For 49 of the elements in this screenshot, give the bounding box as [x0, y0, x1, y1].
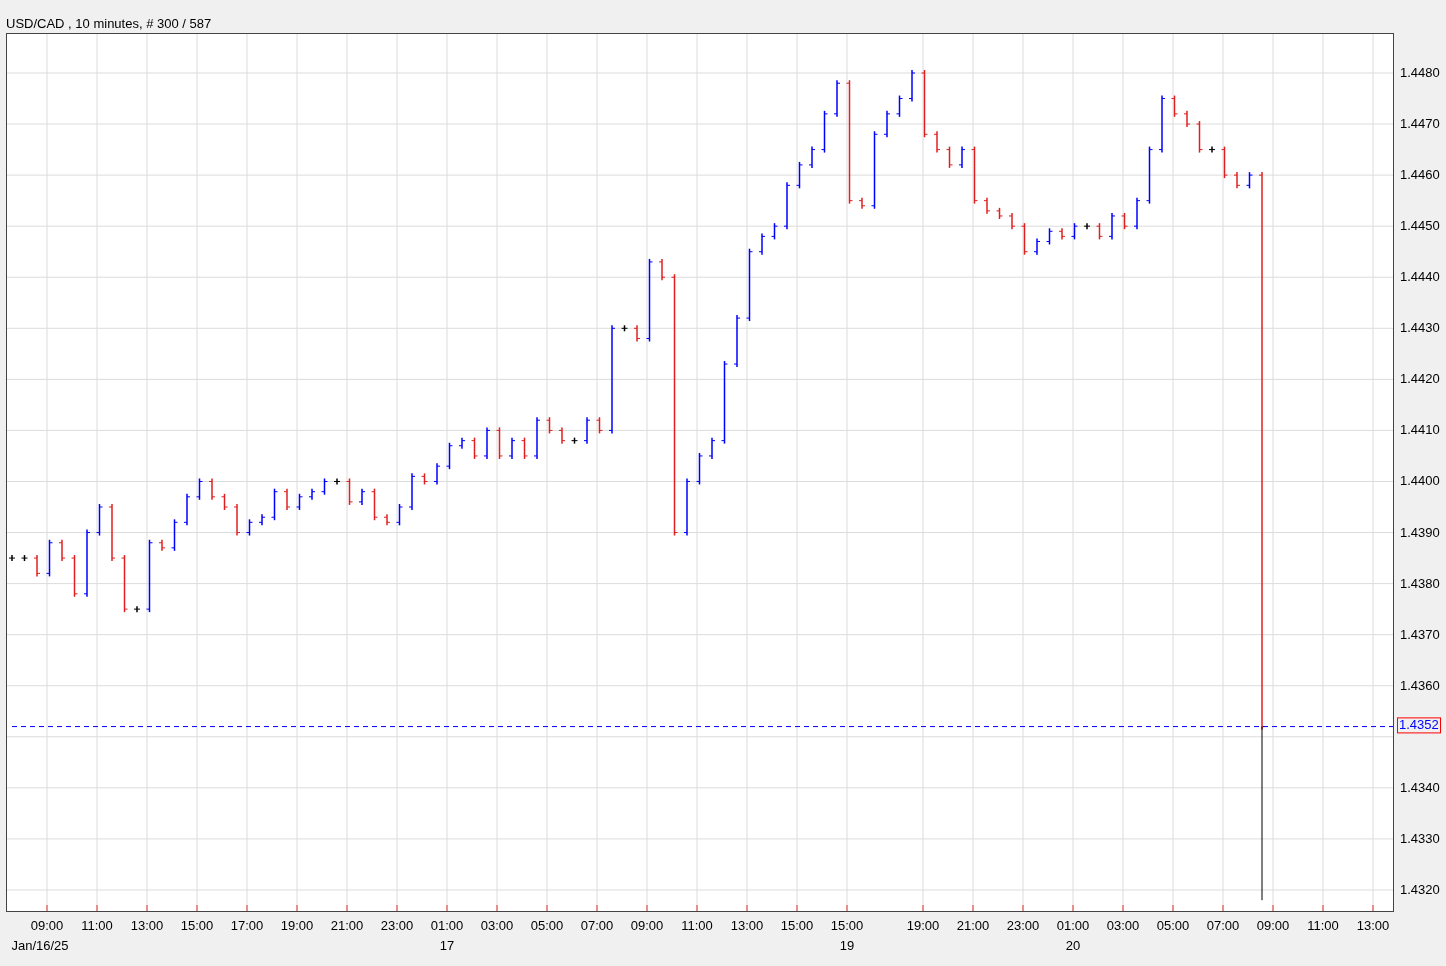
date-label: 19 — [839, 938, 855, 953]
x-axis-label: 11:00 — [681, 918, 713, 933]
y-axis-label: 1.4470 — [1400, 117, 1440, 132]
x-axis-label: 09:00 — [630, 918, 664, 933]
last-price-label: 1.4352 — [1397, 716, 1441, 733]
x-axis-label: 09:00 — [1256, 918, 1290, 933]
x-axis-label: 03:00 — [1106, 918, 1140, 933]
x-axis-label: 01:00 — [1056, 918, 1090, 933]
date-label: 17 — [439, 938, 455, 953]
y-axis-label: 1.4340 — [1400, 780, 1440, 795]
y-axis-label: 1.4460 — [1400, 168, 1440, 183]
x-axis-label: 13:00 — [1356, 918, 1390, 933]
y-axis-label: 1.4420 — [1400, 372, 1440, 387]
x-axis-label: 13:00 — [130, 918, 164, 933]
y-axis-label: 1.4450 — [1400, 219, 1440, 234]
x-axis-label: 09:00 — [30, 918, 64, 933]
date-label: 20 — [1065, 938, 1081, 953]
x-axis-label: 19:00 — [906, 918, 940, 933]
x-axis-label: 13:00 — [730, 918, 764, 933]
x-axis-label: 07:00 — [580, 918, 614, 933]
x-axis-label: 21:00 — [956, 918, 990, 933]
y-axis-label: 1.4370 — [1400, 627, 1440, 642]
y-axis-label: 1.4390 — [1400, 525, 1440, 540]
x-axis-label: 11:00 — [1307, 918, 1339, 933]
date-label: Jan/16/25 — [11, 938, 69, 953]
x-axis-label: 23:00 — [380, 918, 414, 933]
x-axis-label: 23:00 — [1006, 918, 1040, 933]
y-axis-label: 1.4410 — [1400, 423, 1440, 438]
y-axis-label: 1.4400 — [1400, 474, 1440, 489]
x-axis-label: 15:00 — [830, 918, 864, 933]
x-axis-label: 21:00 — [330, 918, 364, 933]
x-axis-label: 05:00 — [530, 918, 564, 933]
x-axis-label: 03:00 — [480, 918, 514, 933]
y-axis-label: 1.4330 — [1400, 831, 1440, 846]
x-axis-label: 15:00 — [780, 918, 814, 933]
y-axis-label: 1.4480 — [1400, 66, 1440, 80]
x-axis-label: 17:00 — [230, 918, 264, 933]
y-axis-label: 1.4380 — [1400, 576, 1440, 591]
y-axis-label: 1.4320 — [1400, 882, 1440, 897]
x-axis-label: 19:00 — [280, 918, 314, 933]
y-axis-label: 1.4430 — [1400, 321, 1440, 336]
chart-title: USD/CAD , 10 minutes, # 300 / 587 — [6, 15, 212, 31]
x-axis-label: 15:00 — [180, 918, 214, 933]
x-axis-label: 05:00 — [1156, 918, 1190, 933]
y-axis-label: 1.4440 — [1400, 270, 1440, 285]
y-axis-label: 1.4360 — [1400, 678, 1440, 693]
x-axis-label: 11:00 — [81, 918, 113, 933]
x-axis-label: 07:00 — [1206, 918, 1240, 933]
x-axis-label: 01:00 — [430, 918, 464, 933]
